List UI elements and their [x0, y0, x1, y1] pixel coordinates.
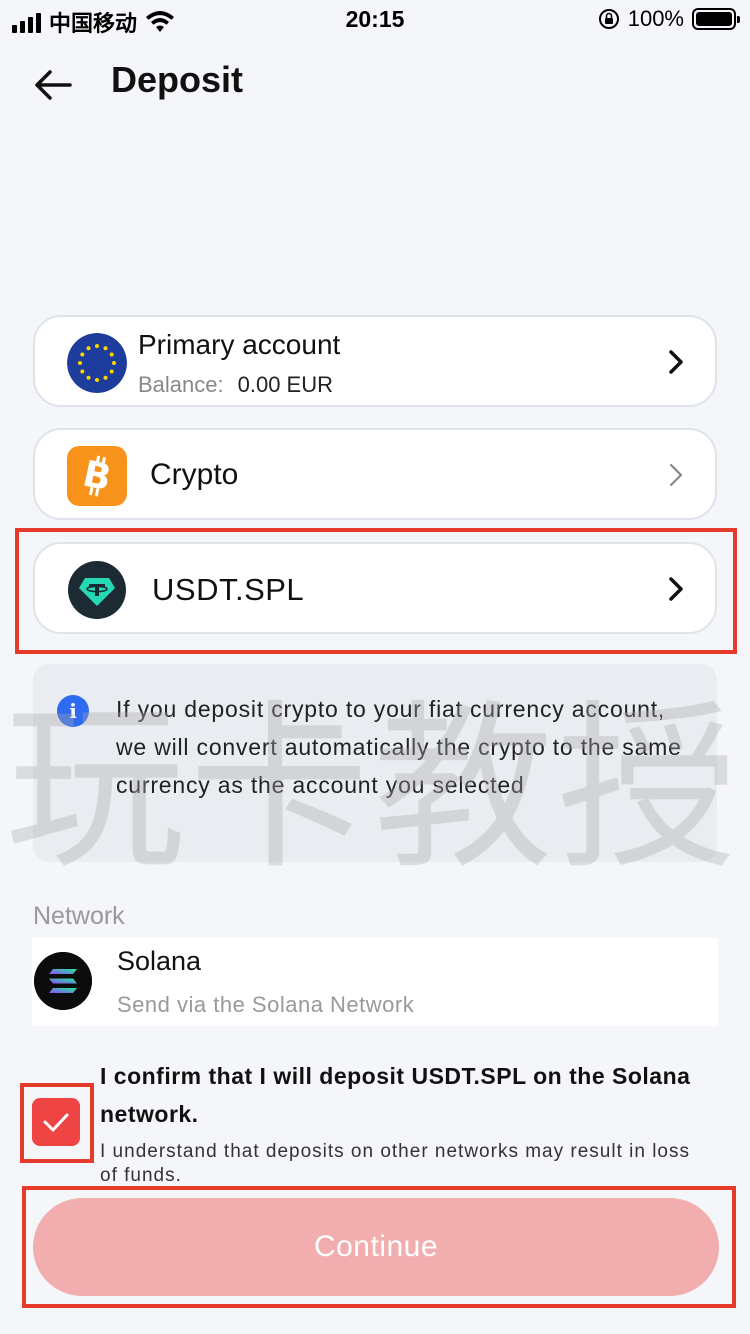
- orientation-lock-icon: [598, 9, 619, 29]
- info-icon: i: [57, 695, 89, 727]
- confirm-subtitle: I understand that deposits on other netw…: [100, 1141, 690, 1186]
- network-name: Solana: [117, 946, 202, 976]
- status-right: 100%: [598, 6, 740, 32]
- account-balance: Balance: 0.00 EUR: [138, 372, 333, 398]
- account-title: Primary account: [138, 329, 341, 360]
- balance-label: Balance:: [138, 372, 224, 397]
- info-notice: i If you deposit crypto to your fiat cur…: [33, 664, 717, 862]
- check-icon: [43, 1113, 69, 1132]
- network-option[interactable]: Solana Send via the Solana Network: [32, 938, 718, 1026]
- info-text: If you deposit crypto to your fiat curre…: [116, 696, 682, 798]
- back-arrow-icon[interactable]: [30, 63, 80, 107]
- eu-flag-icon: [67, 333, 127, 393]
- confirm-checkbox[interactable]: [32, 1098, 80, 1146]
- account-selector[interactable]: Primary account Balance: 0.00 EUR: [33, 315, 717, 407]
- chevron-right-icon: [669, 463, 683, 487]
- chevron-right-icon: [669, 577, 683, 601]
- chevron-right-icon: [669, 350, 683, 374]
- battery-percent: 100%: [627, 6, 684, 31]
- status-bar: 中国移动 20:15 100%: [0, 0, 750, 40]
- balance-value: 0.00 EUR: [237, 372, 334, 397]
- header: Deposit: [0, 55, 750, 115]
- confirm-title: I confirm that I will deposit USDT.SPL o…: [100, 1063, 691, 1127]
- continue-button[interactable]: Continue: [33, 1198, 719, 1296]
- network-section-label: Network: [33, 902, 125, 930]
- bitcoin-icon: B: [67, 446, 127, 506]
- tether-icon: [68, 561, 126, 619]
- battery-icon: [692, 8, 740, 30]
- currency-selector[interactable]: USDT.SPL: [33, 542, 717, 634]
- page-title: Deposit: [111, 59, 244, 100]
- network-subtitle: Send via the Solana Network: [117, 992, 415, 1017]
- crypto-selector[interactable]: B Crypto: [33, 428, 717, 520]
- solana-icon: [34, 952, 92, 1010]
- currency-label: USDT.SPL: [152, 572, 305, 607]
- crypto-label: Crypto: [150, 458, 239, 491]
